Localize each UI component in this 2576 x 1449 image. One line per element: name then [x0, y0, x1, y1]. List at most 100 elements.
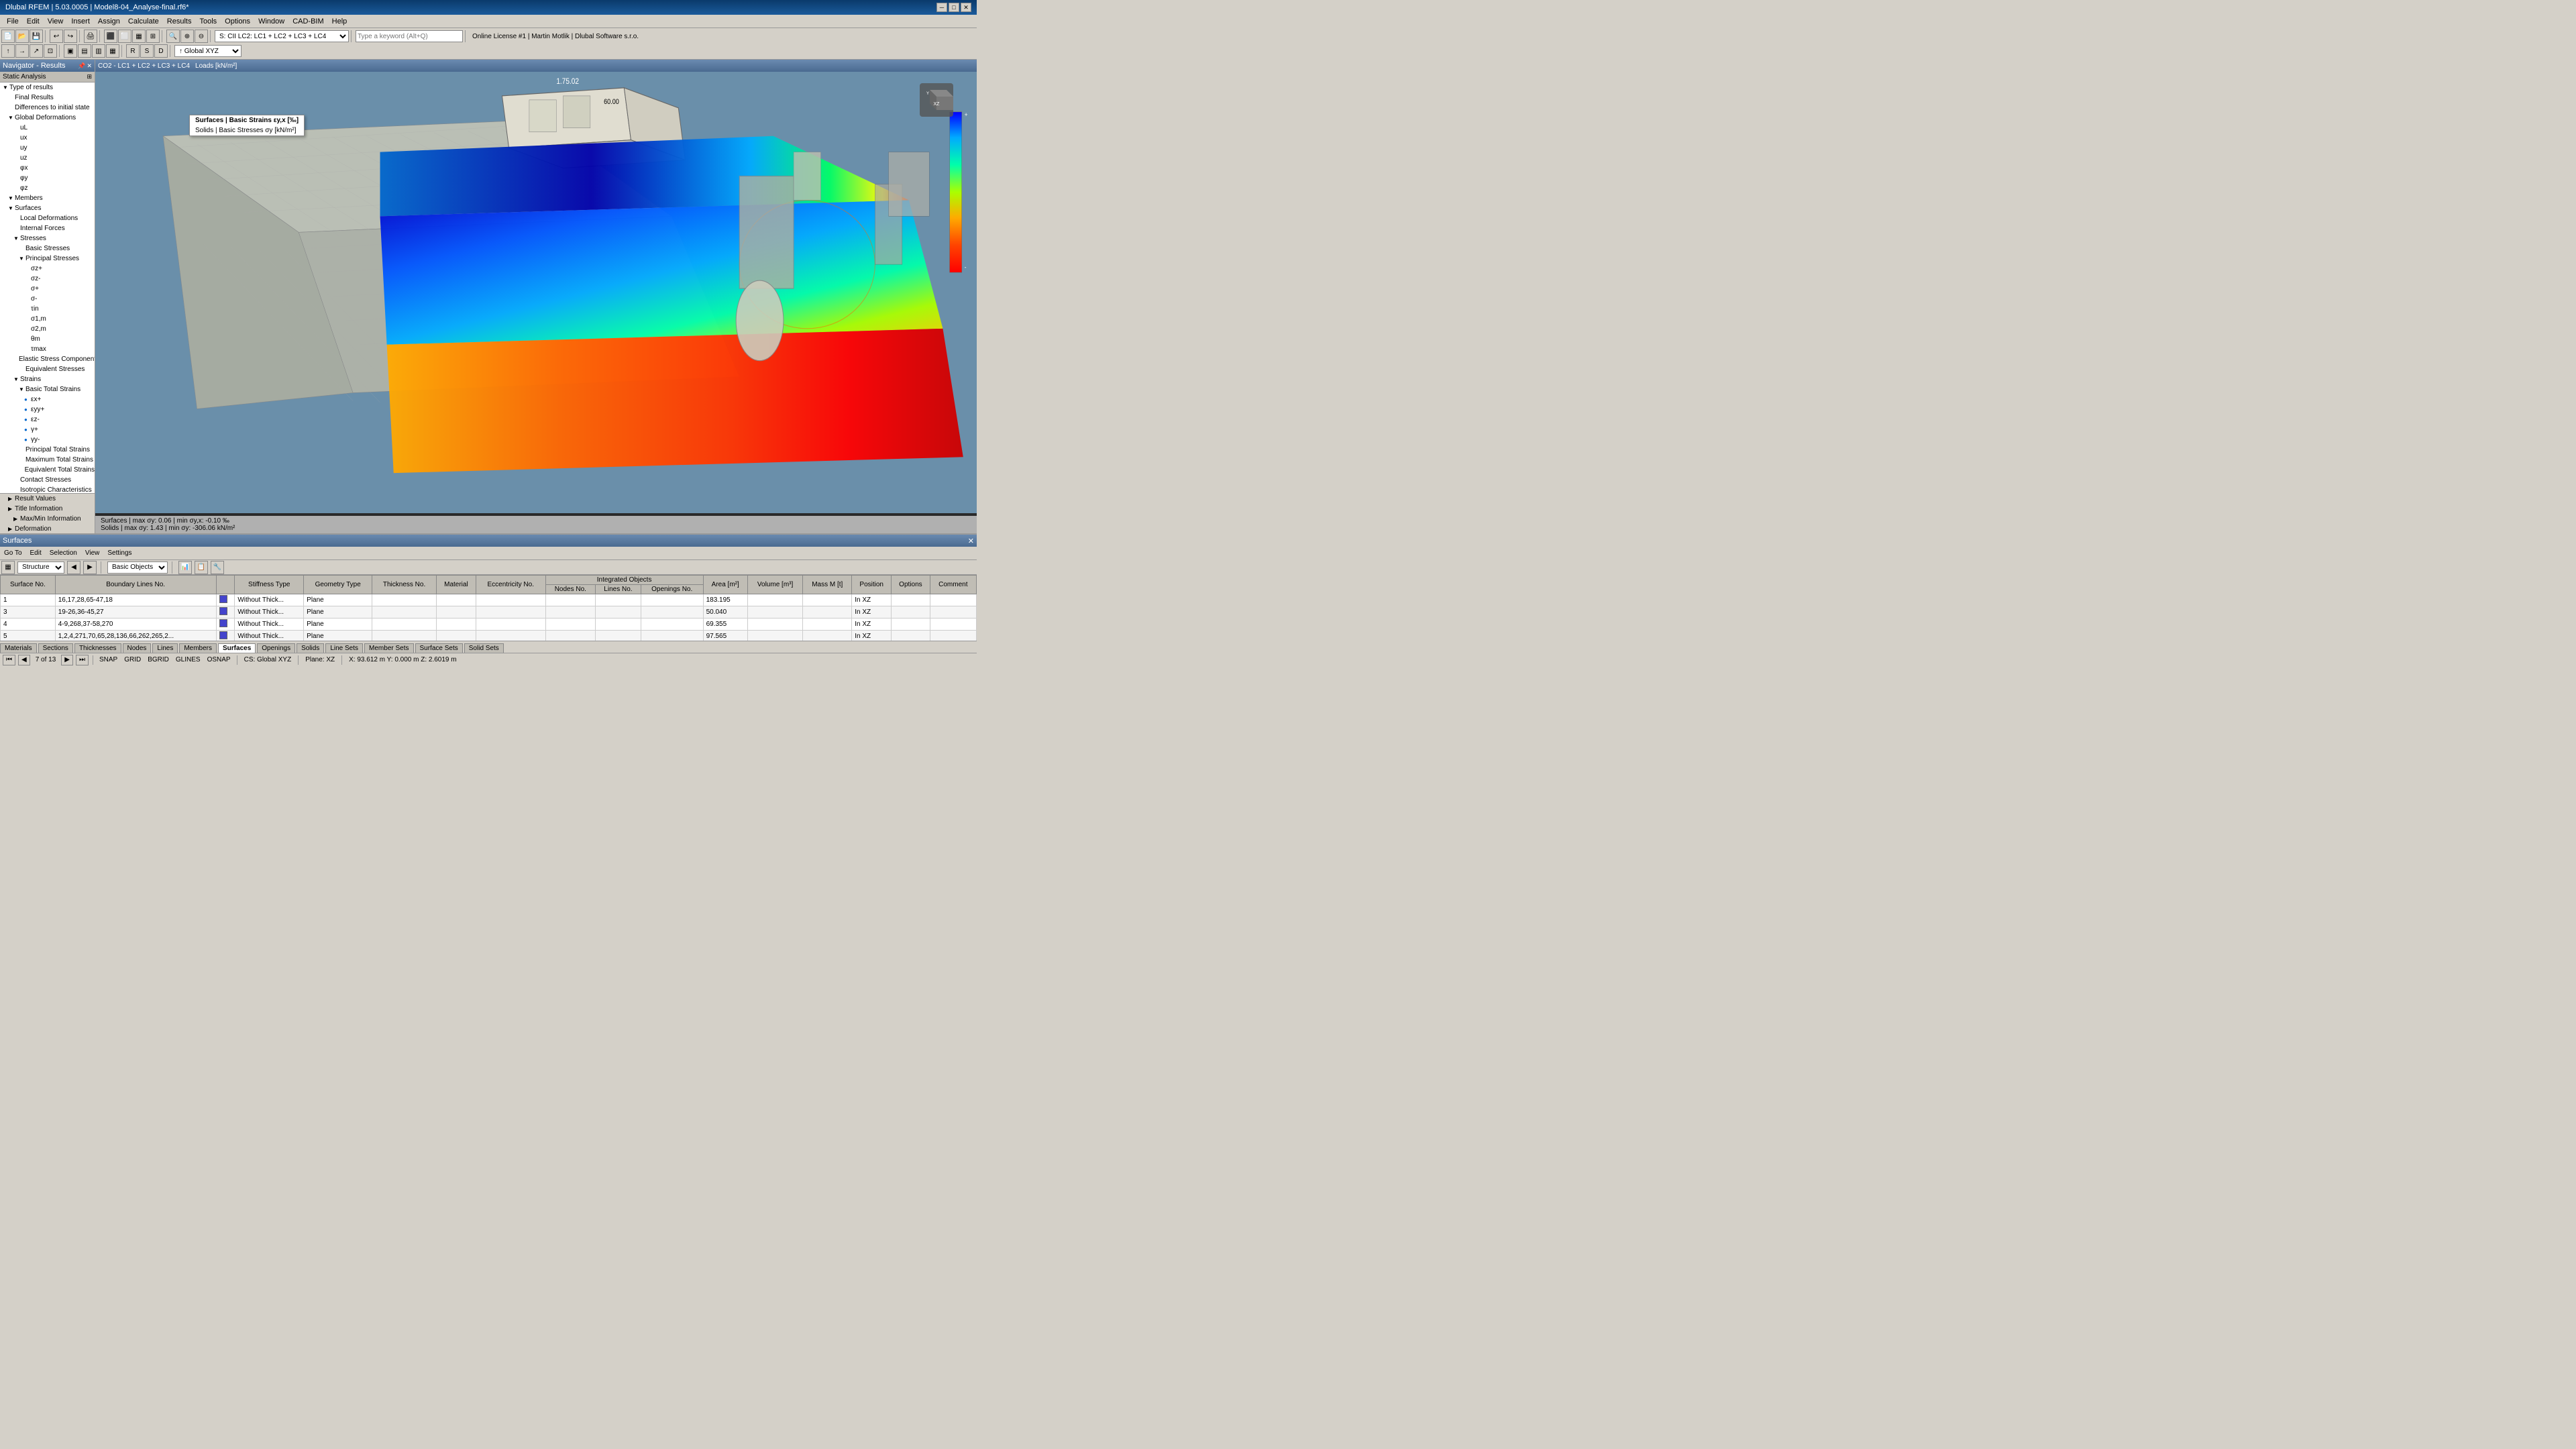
maximize-button[interactable]: □ [949, 3, 959, 12]
table-row-3[interactable]: 51,2,4,271,70,65,28,136,66,262,265,2...W… [1, 631, 977, 641]
osnap-btn[interactable]: OSNAP [205, 656, 233, 663]
tb-btn-9[interactable]: ⊖ [195, 30, 208, 43]
tree-item-2[interactable]: Differences to initial state [0, 103, 95, 113]
nav-result-item-0[interactable]: ▶Result Values [0, 494, 95, 504]
tb-btn-8[interactable]: ⊕ [180, 30, 194, 43]
dropdown-item-0[interactable]: Surfaces | Basic Strains εy,x [‰] [190, 115, 304, 125]
tree-item-8[interactable]: φx [0, 163, 95, 173]
table-tb-btn2[interactable]: ◀ [67, 561, 80, 574]
menu-item-options[interactable]: Options [221, 16, 254, 27]
menu-item-view[interactable]: View [44, 16, 68, 27]
minimize-button[interactable]: ─ [936, 3, 947, 12]
render-btn3[interactable]: ▥ [92, 44, 105, 58]
menu-item-cad-bim[interactable]: CAD-BIM [288, 16, 327, 27]
tree-item-22[interactable]: τin [0, 304, 95, 314]
tree-item-35[interactable]: ●γy- [0, 435, 95, 445]
table-tb-btn3[interactable]: ▶ [83, 561, 97, 574]
tree-item-9[interactable]: φy [0, 173, 95, 183]
menu-item-window[interactable]: Window [254, 16, 288, 27]
menu-item-calculate[interactable]: Calculate [124, 16, 163, 27]
tree-item-19[interactable]: σz- [0, 274, 95, 284]
table-row-1[interactable]: 319-26,36-45,27Without Thick...Plane50.0… [1, 606, 977, 619]
table-icon2[interactable]: 📋 [195, 561, 208, 574]
table-menu-edit[interactable]: Edit [28, 549, 44, 557]
redo-button[interactable]: ↪ [64, 30, 77, 43]
tree-item-21[interactable]: σ- [0, 294, 95, 304]
glines-btn[interactable]: GLINES [174, 656, 203, 663]
tb-btn-7[interactable]: 🔍 [166, 30, 180, 43]
view-btn2[interactable]: → [15, 44, 29, 58]
tree-item-14[interactable]: Internal Forces [0, 223, 95, 233]
view-btn4[interactable]: ⊡ [44, 44, 57, 58]
tab-member-sets[interactable]: Member Sets [364, 643, 413, 653]
dropdown-item-1[interactable]: Solids | Basic Stresses σy [kN/m²] [190, 125, 304, 136]
tree-item-32[interactable]: ●εyy+ [0, 405, 95, 415]
tab-members[interactable]: Members [179, 643, 217, 653]
render-btn1[interactable]: ▣ [64, 44, 77, 58]
tree-item-0[interactable]: ▼Type of results [0, 83, 95, 93]
tree-item-25[interactable]: θm [0, 334, 95, 344]
tab-surfaces[interactable]: Surfaces [218, 643, 256, 653]
tree-item-34[interactable]: ●γ+ [0, 425, 95, 435]
bottom-panel-close-icon[interactable]: ✕ [968, 537, 974, 545]
structure-combo[interactable]: Structure [17, 561, 64, 574]
grid-btn[interactable]: GRID [122, 656, 143, 663]
tree-item-5[interactable]: ux [0, 133, 95, 143]
tree-item-1[interactable]: Final Results [0, 93, 95, 103]
print-button[interactable]: 🖨 [84, 30, 97, 43]
nav-expand-icon[interactable]: ⊞ [87, 73, 92, 80]
tree-item-11[interactable]: ▼Members [0, 193, 95, 203]
axis-combo[interactable]: ↑ Global XYZ [174, 45, 241, 57]
load-combo[interactable]: S: CII LC2: LC1 + LC2 + LC3 + LC4 [215, 30, 349, 42]
tab-openings[interactable]: Openings [257, 643, 295, 653]
tree-item-12[interactable]: ▼Surfaces [0, 203, 95, 213]
nav-next-btn[interactable]: ▶ [61, 655, 73, 665]
nav-prev-btn[interactable]: ◀ [18, 655, 30, 665]
snap-btn[interactable]: SNAP [97, 656, 119, 663]
table-row-2[interactable]: 44-9,268,37-58,270Without Thick...Plane6… [1, 619, 977, 631]
tree-item-40[interactable]: Isotropic Characteristics [0, 485, 95, 493]
tree-item-20[interactable]: σ+ [0, 284, 95, 294]
basic-objects-combo[interactable]: Basic Objects [107, 561, 168, 574]
table-menu-selection[interactable]: Selection [47, 549, 80, 557]
menu-item-assign[interactable]: Assign [94, 16, 124, 27]
tree-item-27[interactable]: Elastic Stress Components [0, 354, 95, 364]
menu-item-edit[interactable]: Edit [23, 16, 44, 27]
tree-item-24[interactable]: σ2,m [0, 324, 95, 334]
tree-item-16[interactable]: Basic Stresses [0, 244, 95, 254]
tree-item-39[interactable]: Contact Stresses [0, 475, 95, 485]
tree-item-38[interactable]: Equivalent Total Strains [0, 465, 95, 475]
tree-item-37[interactable]: Maximum Total Strains [0, 455, 95, 465]
viewport[interactable]: CO2 - LC1 + LC2 + LC3 + LC4 Loads [kN/m²… [95, 60, 977, 533]
tb-btn-3[interactable]: ⬛ [104, 30, 117, 43]
nav-first-btn[interactable]: ⏮ [3, 655, 15, 665]
tab-lines[interactable]: Lines [152, 643, 178, 653]
nav-close-icon[interactable]: ✕ [87, 62, 92, 70]
table-tb-btn1[interactable]: ▦ [1, 561, 15, 574]
nav-result-item-1[interactable]: ▶Title Information [0, 504, 95, 514]
view-btn1[interactable]: ↑ [1, 44, 15, 58]
table-icon3[interactable]: 🔧 [211, 561, 224, 574]
tree-item-36[interactable]: Principal Total Strains [0, 445, 95, 455]
tree-item-30[interactable]: ▼Basic Total Strains [0, 384, 95, 394]
tb-btn-4[interactable]: ⬜ [118, 30, 131, 43]
view-btn3[interactable]: ↗ [30, 44, 43, 58]
table-menu-settings[interactable]: Settings [105, 549, 134, 557]
tree-item-29[interactable]: ▼Strains [0, 374, 95, 384]
table-menu-go-to[interactable]: Go To [1, 549, 25, 557]
render-btn2[interactable]: ▤ [78, 44, 91, 58]
search-input[interactable] [356, 30, 463, 42]
tab-nodes[interactable]: Nodes [123, 643, 152, 653]
table-icon1[interactable]: 📊 [178, 561, 192, 574]
tree-item-31[interactable]: ●εx+ [0, 394, 95, 405]
nav-result-item-3[interactable]: ▶Deformation [0, 524, 95, 533]
menu-item-file[interactable]: File [3, 16, 23, 27]
tab-sections[interactable]: Sections [38, 643, 73, 653]
result-btn3[interactable]: D [154, 44, 168, 58]
tree-item-26[interactable]: τmax [0, 344, 95, 354]
menu-item-insert[interactable]: Insert [67, 16, 94, 27]
table-menu-view[interactable]: View [83, 549, 103, 557]
nav-last-btn[interactable]: ⏭ [76, 655, 89, 665]
tab-surface-sets[interactable]: Surface Sets [415, 643, 463, 653]
tab-materials[interactable]: Materials [0, 643, 37, 653]
